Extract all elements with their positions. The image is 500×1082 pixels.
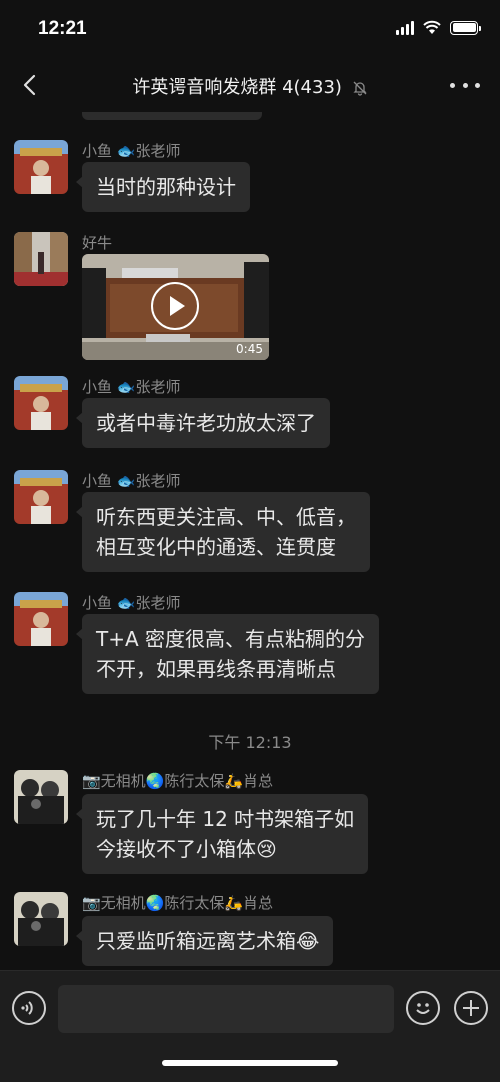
avatar[interactable] [14,376,68,430]
home-indicator[interactable] [162,1060,338,1066]
message-text-line: T+A 密度很高、有点粘稠的分 [96,627,366,651]
sender-name: 小鱼 🐟张老师 [82,594,181,612]
avatar[interactable] [14,140,68,194]
message-bubble[interactable]: T+A 密度很高、有点粘稠的分 不开，如果再线条再清晰点 [75,614,380,694]
message-text: 或者中毒许老功放太深了 [96,411,316,435]
message-text-line: 听东西更关注高、中、低音， [96,505,356,529]
avatar[interactable] [14,470,68,524]
status-icons [396,20,481,35]
avatar[interactable] [14,892,68,946]
message-bubble[interactable]: 只爱监听箱远离艺术箱😂 [75,916,334,966]
more-dot-icon [475,82,480,88]
voice-icon [21,1001,33,1015]
sender-name: 📷无相机🌏陈行太保🛵肖总 [82,772,274,790]
avatar[interactable] [14,770,68,824]
emoji-button[interactable] [406,991,440,1025]
message-text-line: 相互变化中的通透、连贯度 [96,535,336,559]
sender-name: 📷无相机🌏陈行太保🛵肖总 [82,894,274,912]
message-bubble[interactable]: 或者中毒许老功放太深了 [76,398,330,448]
sender-name: 小鱼 🐟张老师 [82,142,181,160]
sender-name: 好牛 [82,234,113,252]
nav-bar: 许英谔音响发烧群 4(433) [0,60,500,112]
more-dot-icon [450,82,455,88]
video-message[interactable]: 0:45 [82,254,269,360]
avatar[interactable] [14,592,68,646]
emoji-icon [416,1003,430,1014]
mute-bell-icon [353,81,367,96]
avatar[interactable] [14,232,68,286]
message-text-line: 玩了几十年 12 吋书架箱子如 [96,807,355,831]
message-bubble[interactable]: 玩了几十年 12 吋书架箱子如 今接收不了小箱体😢 [75,794,369,874]
message-text-line: 今接收不了小箱体😢 [96,837,277,861]
chat-timestamp: 下午 12:13 [208,733,292,752]
message-text: 当时的那种设计 [96,175,236,199]
avatar-photographers-image [14,892,68,946]
more-actions-button[interactable] [454,991,488,1025]
wifi-icon [423,20,441,34]
battery-icon [450,20,481,35]
status-time: 12:21 [38,18,87,39]
previous-message-bubble [82,112,262,120]
chat-area[interactable]: 小鱼 🐟张老师 当时的那种设计 好牛 0:45 小鱼 🐟张老师 或者中毒许老功放… [0,112,500,970]
more-dot-icon [462,82,468,88]
status-bar: 12:21 [0,0,500,60]
video-duration: 0:45 [236,342,263,356]
message-input[interactable] [58,985,394,1033]
voice-input-button[interactable] [12,991,46,1025]
avatar-photographers-image [14,770,68,824]
avatar-gate-image [14,140,68,194]
chat-title: 许英谔音响发烧群 4(433) [132,77,342,98]
avatar-street-image [14,232,68,286]
avatar-gate-image [14,470,68,524]
sender-name: 小鱼 🐟张老师 [82,472,181,490]
signal-icon [396,20,414,35]
message-bubble[interactable]: 听东西更关注高、中、低音， 相互变化中的通透、连贯度 [76,492,370,572]
chat-title-row: 许英谔音响发烧群 4(433) [0,73,500,99]
more-options-button[interactable] [450,72,480,98]
sender-name: 小鱼 🐟张老师 [82,378,181,396]
plus-icon [463,1000,479,1016]
message-text: 只爱监听箱远离艺术箱😂 [96,929,320,953]
message-text-line: 不开，如果再线条再清晰点 [96,657,336,681]
play-icon[interactable] [151,282,199,330]
avatar-gate-image [14,376,68,430]
avatar-gate-image [14,592,68,646]
message-bubble[interactable]: 当时的那种设计 [76,162,250,212]
